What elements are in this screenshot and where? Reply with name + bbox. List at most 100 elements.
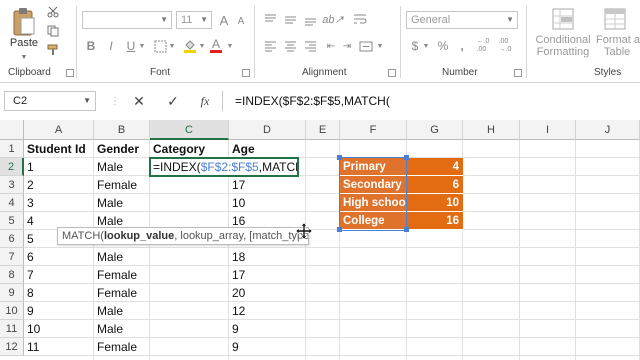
wrap-text-icon[interactable] bbox=[352, 11, 368, 27]
row-header-5[interactable]: 5 bbox=[0, 212, 24, 230]
function-tooltip[interactable]: MATCH(lookup_value, lookup_array, [match… bbox=[57, 227, 309, 245]
font-color-icon[interactable]: A bbox=[208, 36, 224, 54]
column-header-f[interactable]: F bbox=[340, 120, 407, 140]
shrink-font-icon[interactable]: A bbox=[234, 13, 248, 29]
increase-decimal-icon[interactable]: ←.0.00 bbox=[474, 36, 492, 56]
enter-icon[interactable]: ✓ bbox=[164, 93, 182, 109]
align-middle-icon[interactable] bbox=[282, 11, 298, 27]
number-launcher-icon[interactable] bbox=[514, 69, 522, 77]
cell-student-id[interactable]: 8 bbox=[24, 284, 94, 302]
italic-button[interactable]: I bbox=[104, 38, 118, 54]
column-header-i[interactable]: I bbox=[520, 120, 576, 140]
lookup-age-cell[interactable]: 4 bbox=[407, 158, 463, 176]
column-header-g[interactable]: G bbox=[407, 120, 463, 140]
format-painter-icon[interactable] bbox=[46, 43, 60, 57]
cell-gender[interactable]: Male bbox=[94, 158, 150, 176]
column-header-a[interactable]: A bbox=[24, 120, 94, 140]
merge-center-icon[interactable] bbox=[358, 38, 374, 54]
format-as-table-button[interactable]: Format as Table bbox=[596, 4, 640, 62]
cell-student-id[interactable]: 9 bbox=[24, 302, 94, 320]
header-cell-age[interactable]: Age bbox=[229, 140, 306, 158]
row-header-12[interactable]: 12 bbox=[0, 338, 24, 356]
orientation-icon[interactable]: ab↗ bbox=[322, 11, 343, 27]
cell-age[interactable]: 10 bbox=[229, 194, 306, 212]
column-header-j[interactable]: J bbox=[576, 120, 640, 140]
cell-student-id[interactable]: 1 bbox=[24, 158, 94, 176]
cell-student-id[interactable]: 7 bbox=[24, 266, 94, 284]
cell-age[interactable]: 17 bbox=[229, 176, 306, 194]
increase-indent-icon[interactable]: ⇥ bbox=[340, 38, 354, 54]
cell-student-id[interactable]: 10 bbox=[24, 320, 94, 338]
row-header-4[interactable]: 4 bbox=[0, 194, 24, 212]
currency-button[interactable]: $ bbox=[408, 38, 422, 54]
fill-color-icon[interactable] bbox=[182, 38, 198, 54]
chevron-down-icon[interactable]: ▼ bbox=[226, 40, 234, 52]
chevron-down-icon[interactable]: ▼ bbox=[376, 40, 384, 52]
grow-font-icon[interactable]: A bbox=[216, 11, 232, 29]
percent-button[interactable]: % bbox=[436, 38, 450, 54]
formula-input[interactable]: =INDEX($F$2:$F$5,MATCH( bbox=[222, 91, 638, 111]
font-size-dropdown[interactable]: 11 ▼ bbox=[176, 11, 212, 29]
align-right-icon[interactable] bbox=[302, 38, 318, 54]
copy-icon[interactable] bbox=[46, 24, 60, 38]
range-handle[interactable] bbox=[404, 227, 409, 232]
row-header-8[interactable]: 8 bbox=[0, 266, 24, 284]
cell-gender[interactable]: Female bbox=[94, 284, 150, 302]
lookup-age-cell[interactable]: 6 bbox=[407, 176, 463, 194]
align-bottom-icon[interactable] bbox=[302, 11, 318, 27]
cell-gender[interactable]: Male bbox=[94, 194, 150, 212]
select-all-corner[interactable] bbox=[0, 120, 24, 140]
column-header-d[interactable]: D bbox=[229, 120, 306, 140]
row-header-2[interactable]: 2 bbox=[0, 158, 24, 176]
chevron-down-icon[interactable]: ▼ bbox=[83, 92, 91, 110]
cut-icon[interactable] bbox=[46, 5, 60, 19]
column-header-b[interactable]: B bbox=[94, 120, 150, 140]
font-name-dropdown[interactable]: ▼ bbox=[82, 11, 172, 29]
chevron-down-icon[interactable]: ▼ bbox=[422, 40, 430, 52]
align-left-icon[interactable] bbox=[262, 38, 278, 54]
conditional-formatting-button[interactable]: Conditional Formatting bbox=[532, 4, 594, 62]
bold-button[interactable]: B bbox=[84, 38, 98, 54]
lookup-age-cell[interactable]: 16 bbox=[407, 212, 463, 230]
font-launcher-icon[interactable] bbox=[242, 69, 250, 77]
row-header-7[interactable]: 7 bbox=[0, 248, 24, 266]
cell-gender[interactable]: Male bbox=[94, 320, 150, 338]
cell-gender[interactable]: Male bbox=[94, 302, 150, 320]
decrease-decimal-icon[interactable]: .00 →.0 bbox=[496, 36, 514, 56]
alignment-launcher-icon[interactable] bbox=[388, 69, 396, 77]
decrease-indent-icon[interactable]: ⇤ bbox=[324, 38, 338, 54]
cell-gender[interactable]: Male bbox=[94, 248, 150, 266]
underline-dropdown-icon[interactable]: ▼ bbox=[138, 40, 146, 52]
cell-age[interactable]: 20 bbox=[229, 284, 306, 302]
cell-age[interactable]: 17 bbox=[229, 266, 306, 284]
paste-button[interactable]: Paste bbox=[6, 4, 42, 52]
number-format-dropdown[interactable]: General ▼ bbox=[406, 11, 518, 29]
column-header-e[interactable]: E bbox=[306, 120, 340, 140]
cell-student-id[interactable]: 3 bbox=[24, 194, 94, 212]
cell-student-id[interactable]: 2 bbox=[24, 176, 94, 194]
name-box[interactable]: C2 ▼ bbox=[4, 91, 96, 111]
underline-button[interactable]: U bbox=[124, 38, 138, 54]
row-header-1[interactable]: 1 bbox=[0, 140, 24, 158]
clipboard-launcher-icon[interactable] bbox=[66, 69, 74, 77]
borders-icon[interactable] bbox=[152, 38, 168, 54]
cell-gender[interactable]: Female bbox=[94, 338, 150, 356]
comma-button[interactable]: , bbox=[456, 38, 468, 54]
cell-age[interactable]: 9 bbox=[229, 320, 306, 338]
range-handle[interactable] bbox=[337, 227, 342, 232]
cell-student-id[interactable]: 11 bbox=[24, 338, 94, 356]
row-header-10[interactable]: 10 bbox=[0, 302, 24, 320]
cell-student-id[interactable]: 6 bbox=[24, 248, 94, 266]
cancel-icon[interactable]: ✕ bbox=[130, 93, 148, 109]
paste-dropdown-icon[interactable]: ▼ bbox=[18, 52, 30, 62]
row-header-3[interactable]: 3 bbox=[0, 176, 24, 194]
header-cell-gender[interactable]: Gender bbox=[94, 140, 150, 158]
column-header-h[interactable]: H bbox=[463, 120, 520, 140]
cell-age[interactable]: 18 bbox=[229, 248, 306, 266]
active-cell-c2[interactable]: =INDEX($F$2:$F$5,MATCH( bbox=[149, 157, 299, 177]
cell-age[interactable]: 9 bbox=[229, 338, 306, 356]
insert-function-icon[interactable]: fx bbox=[196, 93, 214, 109]
align-top-icon[interactable] bbox=[262, 11, 278, 27]
cell-age[interactable]: 12 bbox=[229, 302, 306, 320]
chevron-down-icon[interactable]: ▼ bbox=[198, 40, 206, 52]
